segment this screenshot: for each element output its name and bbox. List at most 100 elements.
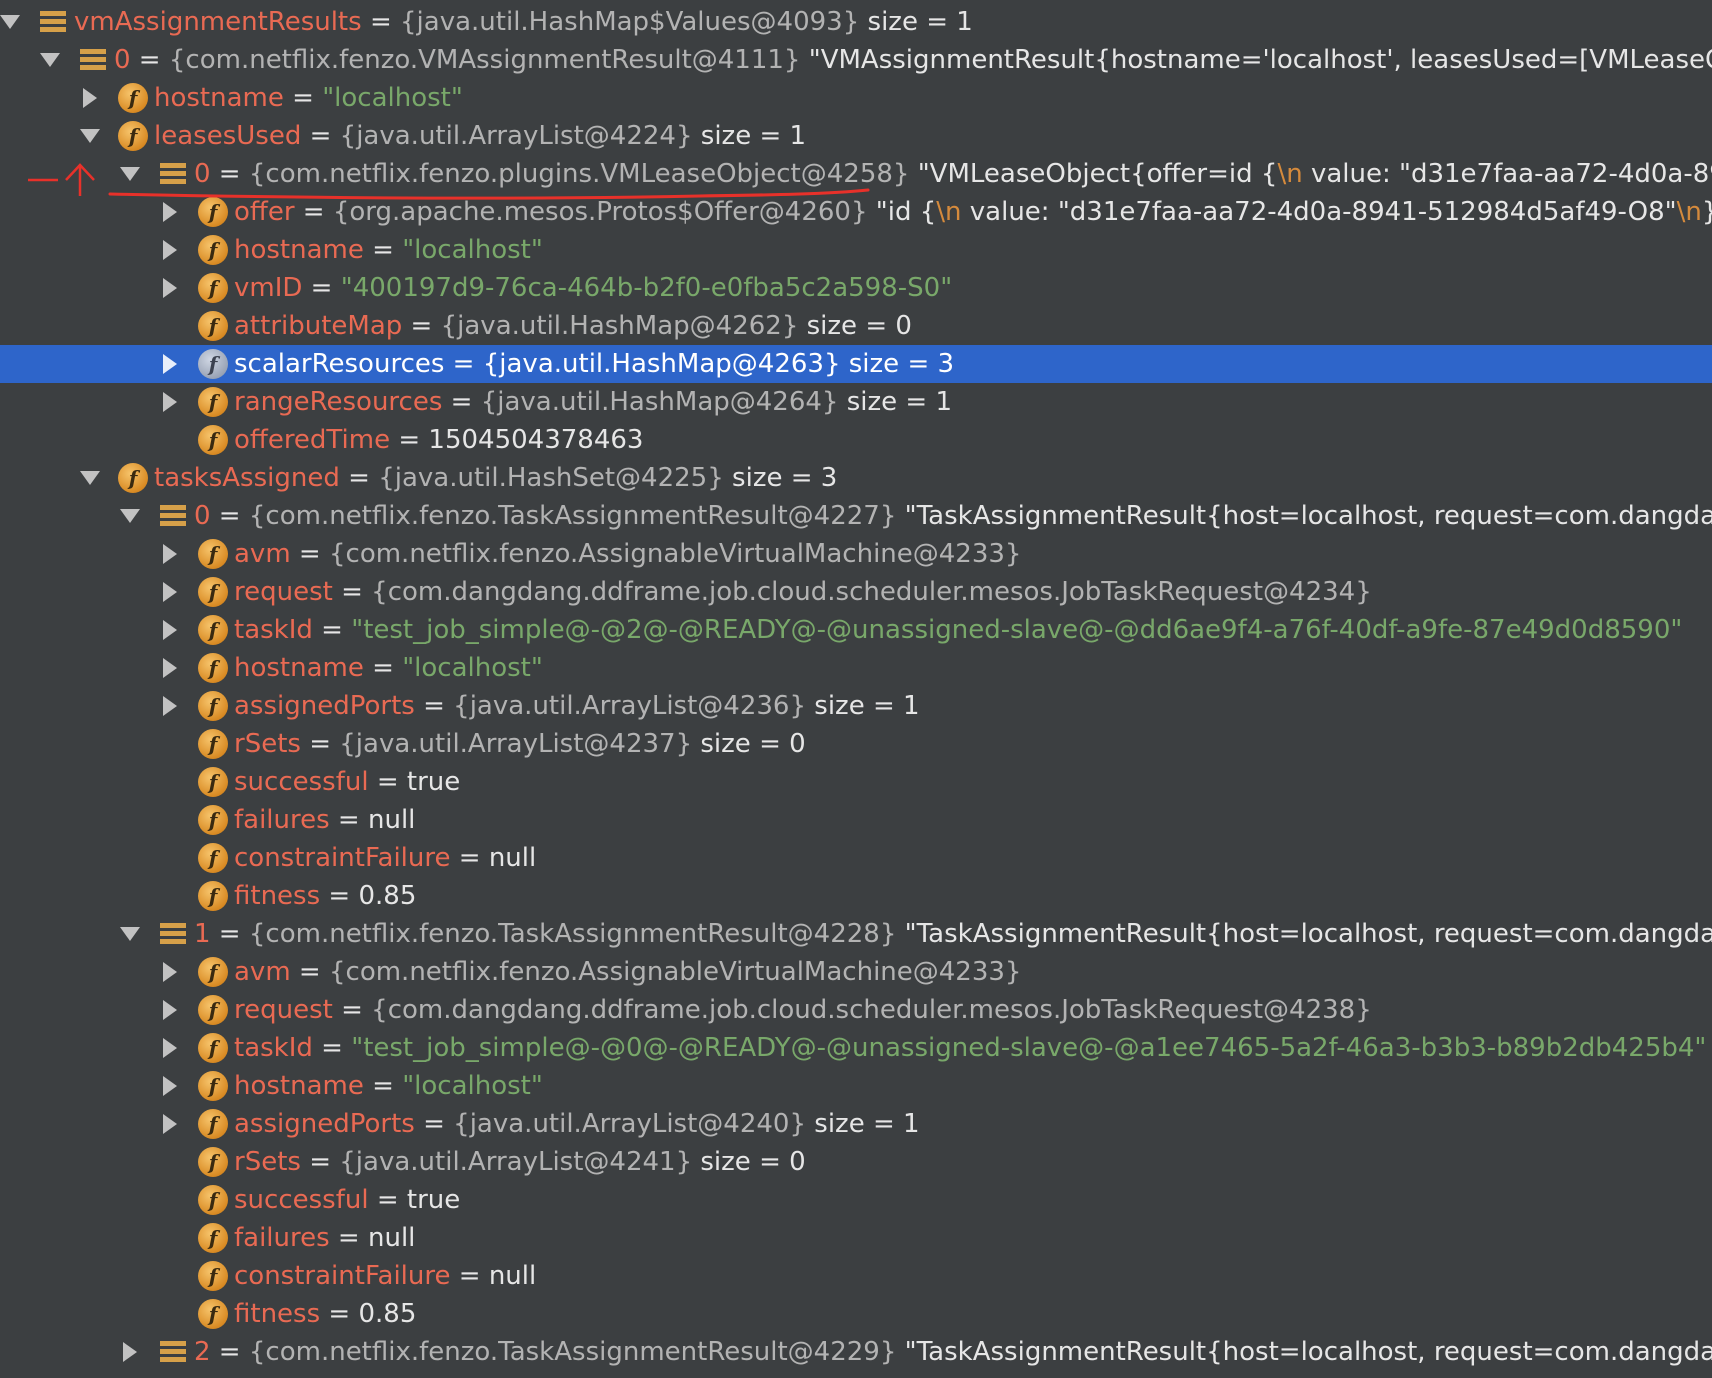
equals-sign: = [300,1147,340,1177]
tree-row[interactable]: f taskId = "test_job_simple@-@0@-@READY@-… [0,1029,1712,1067]
tree-row[interactable]: 0 = {com.netflix.fenzo.plugins.VMLeaseOb… [0,155,1712,193]
variable-value: \n [1676,197,1702,227]
field-icon: f [198,573,228,611]
tree-row-text: assignedPorts = {java.util.ArrayList@423… [234,687,920,725]
tree-row[interactable]: f fitness = 0.85 [0,1295,1712,1333]
equals-sign: = [414,691,454,721]
variable-value: value: "d31e7faa-aa72-4d0a-8941-512984d5… [961,197,1677,227]
variable-name: offer [234,197,295,227]
tree-row-text: attributeMap = {java.util.HashMap@4262} … [234,307,912,345]
equals-sign: = [283,83,323,113]
tree-row[interactable]: f attributeMap = {java.util.HashMap@4262}… [0,307,1712,345]
tree-row[interactable]: f tasksAssigned = {java.util.HashSet@4225… [0,459,1712,497]
tree-row-text: successful = true [234,763,460,801]
field-icon: f [198,535,228,573]
tree-row[interactable]: f hostname = "localhost" [0,1067,1712,1105]
tree-row[interactable]: f offeredTime = 1504504378463 [0,421,1712,459]
tree-row[interactable]: f offer = {org.apache.mesos.Protos$Offer@… [0,193,1712,231]
size-label: size = 3 [840,349,955,379]
chevron-right-icon[interactable] [156,649,184,687]
chevron-right-icon[interactable] [156,193,184,231]
tree-row[interactable]: 2 = {com.netflix.fenzo.TaskAssignmentRes… [0,1333,1712,1371]
tree-row[interactable]: 1 = {com.netflix.fenzo.TaskAssignmentRes… [0,915,1712,953]
tree-row-text: hostname = "localhost" [234,231,543,269]
equals-sign: = [363,653,403,683]
chevron-down-icon[interactable] [76,117,104,155]
tree-row[interactable]: f rangeResources = {java.util.HashMap@426… [0,383,1712,421]
tree-row[interactable]: f rSets = {java.util.ArrayList@4237} size… [0,725,1712,763]
chevron-right-icon[interactable] [156,535,184,573]
chevron-right-icon[interactable] [156,269,184,307]
tree-row[interactable]: f hostname = "localhost" [0,231,1712,269]
tree-row[interactable]: f rSets = {java.util.ArrayList@4241} size… [0,1143,1712,1181]
chevron-down-icon[interactable] [0,3,24,41]
chevron-right-icon[interactable] [156,573,184,611]
chevron-right-icon[interactable] [116,1333,144,1371]
tree-row[interactable]: f assignedPorts = {java.util.ArrayList@42… [0,687,1712,725]
tree-row[interactable]: f avm = {com.netflix.fenzo.AssignableVirt… [0,535,1712,573]
field-icon: f [198,383,228,421]
tree-row[interactable]: f fitness = 0.85 [0,877,1712,915]
field-icon: f [198,1295,228,1333]
tree-row[interactable]: vmAssignmentResults = {java.util.HashMap… [0,3,1712,41]
tree-row[interactable]: f failures = null [0,1219,1712,1257]
tree-row-text: offer = {org.apache.mesos.Protos$Offer@4… [234,193,1712,231]
variable-value: true [406,1185,461,1215]
size-label: size = 1 [838,387,953,417]
chevron-right-icon[interactable] [156,687,184,725]
variable-name: hostname [154,83,284,113]
field-icon: f [118,117,148,155]
chevron-right-icon[interactable] [156,1067,184,1105]
chevron-down-icon[interactable] [36,41,64,79]
chevron-right-icon[interactable] [156,345,184,383]
tree-row[interactable]: f failures = null [0,801,1712,839]
tree-row[interactable]: f hostname = "localhost" [0,649,1712,687]
tree-row[interactable]: f request = {com.dangdang.ddframe.job.clo… [0,573,1712,611]
variable-name: taskId [234,1033,313,1063]
chevron-right-icon[interactable] [76,79,104,117]
equals-sign: = [368,767,407,797]
chevron-right-icon[interactable] [156,1105,184,1143]
tree-row[interactable]: f hostname = "localhost" [0,79,1712,117]
chevron-right-icon[interactable] [156,953,184,991]
variable-value: {java.util.ArrayList@4236} [453,691,807,721]
tree-row[interactable]: f taskId = "test_job_simple@-@2@-@READY@-… [0,611,1712,649]
variable-value: {java.util.HashMap$Values@4093} [400,7,860,37]
chevron-right-icon[interactable] [156,383,184,421]
array-icon [160,155,186,193]
variable-name: failures [234,1223,330,1253]
chevron-right-icon[interactable] [156,991,184,1029]
chevron-down-icon[interactable] [76,459,104,497]
tree-row[interactable]: f leasesUsed = {java.util.ArrayList@4224}… [0,117,1712,155]
chevron-down-icon[interactable] [116,155,144,193]
field-icon: f [198,649,228,687]
tree-row[interactable]: f successful = true [0,763,1712,801]
equals-sign: = [332,577,372,607]
tree-row[interactable]: f constraintFailure = null [0,839,1712,877]
tree-row[interactable]: f vmID = "400197d9-76ca-464b-b2f0-e0fba5c… [0,269,1712,307]
tree-row-text: 2 = {com.netflix.fenzo.TaskAssignmentRes… [194,1333,1712,1371]
equals-sign: = [210,501,249,531]
chevron-right-icon[interactable] [156,231,184,269]
chevron-down-icon[interactable] [116,497,144,535]
tree-row-text: rSets = {java.util.ArrayList@4237} size … [234,725,806,763]
tree-row[interactable]: 0 = {com.netflix.fenzo.VMAssignmentResul… [0,41,1712,79]
array-icon [160,497,186,535]
tree-row[interactable]: f request = {com.dangdang.ddframe.job.clo… [0,991,1712,1029]
variable-value: \n [936,197,962,227]
variable-name: request [234,577,333,607]
tree-row-text: 0 = {com.netflix.fenzo.VMAssignmentResul… [114,41,1712,79]
equals-sign: = [390,425,429,455]
tree-row[interactable]: 0 = {com.netflix.fenzo.TaskAssignmentRes… [0,497,1712,535]
tree-row[interactable]: f assignedPorts = {java.util.ArrayList@42… [0,1105,1712,1143]
equals-sign: = [312,615,352,645]
chevron-right-icon[interactable] [156,611,184,649]
field-icon: f [198,839,228,877]
size-label: size = 0 [692,729,806,759]
chevron-right-icon[interactable] [156,1029,184,1067]
tree-row[interactable]: f successful = true [0,1181,1712,1219]
chevron-down-icon[interactable] [116,915,144,953]
tree-row[interactable]: f avm = {com.netflix.fenzo.AssignableVirt… [0,953,1712,991]
tree-row[interactable]: f scalarResources = {java.util.HashMap@42… [0,345,1712,383]
tree-row[interactable]: f constraintFailure = null [0,1257,1712,1295]
